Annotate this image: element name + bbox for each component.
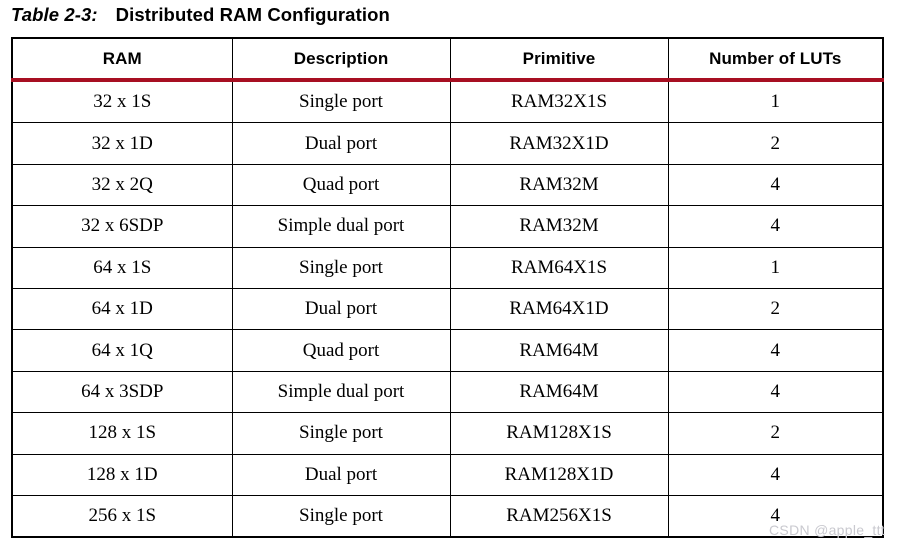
cell-description: Single port [231, 80, 451, 124]
cell-primitive: RAM64X1D [449, 288, 669, 331]
cell-number-of-luts: 4 [667, 329, 884, 372]
cell-primitive: RAM32M [449, 164, 669, 207]
table-body: 32 x 1S Single port RAM32X1S 1 32 x 1D Dual p… [11, 80, 884, 539]
table-header: RAM Description Primitive Number of LUTs [11, 37, 884, 82]
cell-description: Single port [231, 412, 451, 455]
cell-description: Dual port [231, 288, 451, 331]
cell-primitive: RAM64M [449, 329, 669, 372]
table-row: 32 x 1S Single port RAM32X1S 1 [11, 80, 884, 124]
cell-description: Single port [231, 495, 451, 539]
table-row: 64 x 1Q Quad port RAM64M 4 [11, 329, 884, 372]
cell-description: Dual port [231, 122, 451, 165]
cell-primitive: RAM128X1S [449, 412, 669, 455]
table-row: 64 x 1D Dual port RAM64X1D 2 [11, 288, 884, 331]
cell-ram: 64 x 1D [11, 288, 233, 331]
cell-number-of-luts: 4 [667, 164, 884, 207]
cell-ram: 128 x 1D [11, 454, 233, 496]
cell-ram: 32 x 6SDP [11, 205, 233, 248]
table-row: 32 x 1D Dual port RAM32X1D 2 [11, 122, 884, 165]
cell-primitive: RAM32X1D [449, 122, 669, 165]
cell-primitive: RAM64X1S [449, 247, 669, 289]
table-caption-label: Table 2-3: [11, 4, 98, 25]
cell-number-of-luts: 4 [667, 371, 884, 414]
cell-primitive: RAM32M [449, 205, 669, 248]
cell-primitive: RAM32X1S [449, 80, 669, 124]
distributed-ram-configuration-table: RAM Description Primitive Number of LUTs… [11, 37, 884, 539]
cell-number-of-luts: 2 [667, 122, 884, 165]
cell-primitive: RAM128X1D [449, 454, 669, 496]
cell-primitive: RAM64M [449, 371, 669, 414]
cell-ram: 32 x 2Q [11, 164, 233, 207]
cell-description: Simple dual port [231, 371, 451, 414]
csdn-watermark: CSDN @apple_ttt [769, 522, 885, 538]
cell-ram: 32 x 1D [11, 122, 233, 165]
cell-number-of-luts: 2 [667, 412, 884, 455]
table-row: 128 x 1S Single port RAM128X1S 2 [11, 412, 884, 455]
column-header-primitive: Primitive [449, 37, 669, 82]
cell-ram: 64 x 1Q [11, 329, 233, 372]
ram-table: RAM Description Primitive Number of LUTs… [11, 37, 884, 539]
cell-ram: 128 x 1S [11, 412, 233, 455]
cell-description: Dual port [231, 454, 451, 496]
table-row: 64 x 3SDP Simple dual port RAM64M 4 [11, 371, 884, 414]
column-header-description: Description [231, 37, 451, 82]
cell-number-of-luts: 2 [667, 288, 884, 331]
cell-description: Simple dual port [231, 205, 451, 248]
cell-description: Single port [231, 247, 451, 289]
column-header-number-of-luts: Number of LUTs [667, 37, 884, 82]
cell-number-of-luts: 1 [667, 80, 884, 124]
cell-ram: 256 x 1S [11, 495, 233, 539]
table-row: 32 x 2Q Quad port RAM32M 4 [11, 164, 884, 207]
cell-primitive: RAM256X1S [449, 495, 669, 539]
cell-ram: 64 x 1S [11, 247, 233, 289]
cell-ram: 32 x 1S [11, 80, 233, 124]
cell-ram: 64 x 3SDP [11, 371, 233, 414]
cell-number-of-luts: 4 [667, 205, 884, 248]
cell-description: Quad port [231, 329, 451, 372]
table-row: 64 x 1S Single port RAM64X1S 1 [11, 247, 884, 289]
table-caption: Table 2-3: Distributed RAM Configuration [11, 1, 390, 29]
column-header-ram: RAM [11, 37, 233, 82]
table-header-row: RAM Description Primitive Number of LUTs [11, 37, 884, 82]
cell-number-of-luts: 4 [667, 454, 884, 496]
cell-description: Quad port [231, 164, 451, 207]
table-row: 128 x 1D Dual port RAM128X1D 4 [11, 454, 884, 496]
table-row: 32 x 6SDP Simple dual port RAM32M 4 [11, 205, 884, 248]
cell-number-of-luts: 1 [667, 247, 884, 289]
table-caption-title: Distributed RAM Configuration [115, 4, 390, 25]
table-row: 256 x 1S Single port RAM256X1S 4 [11, 495, 884, 539]
